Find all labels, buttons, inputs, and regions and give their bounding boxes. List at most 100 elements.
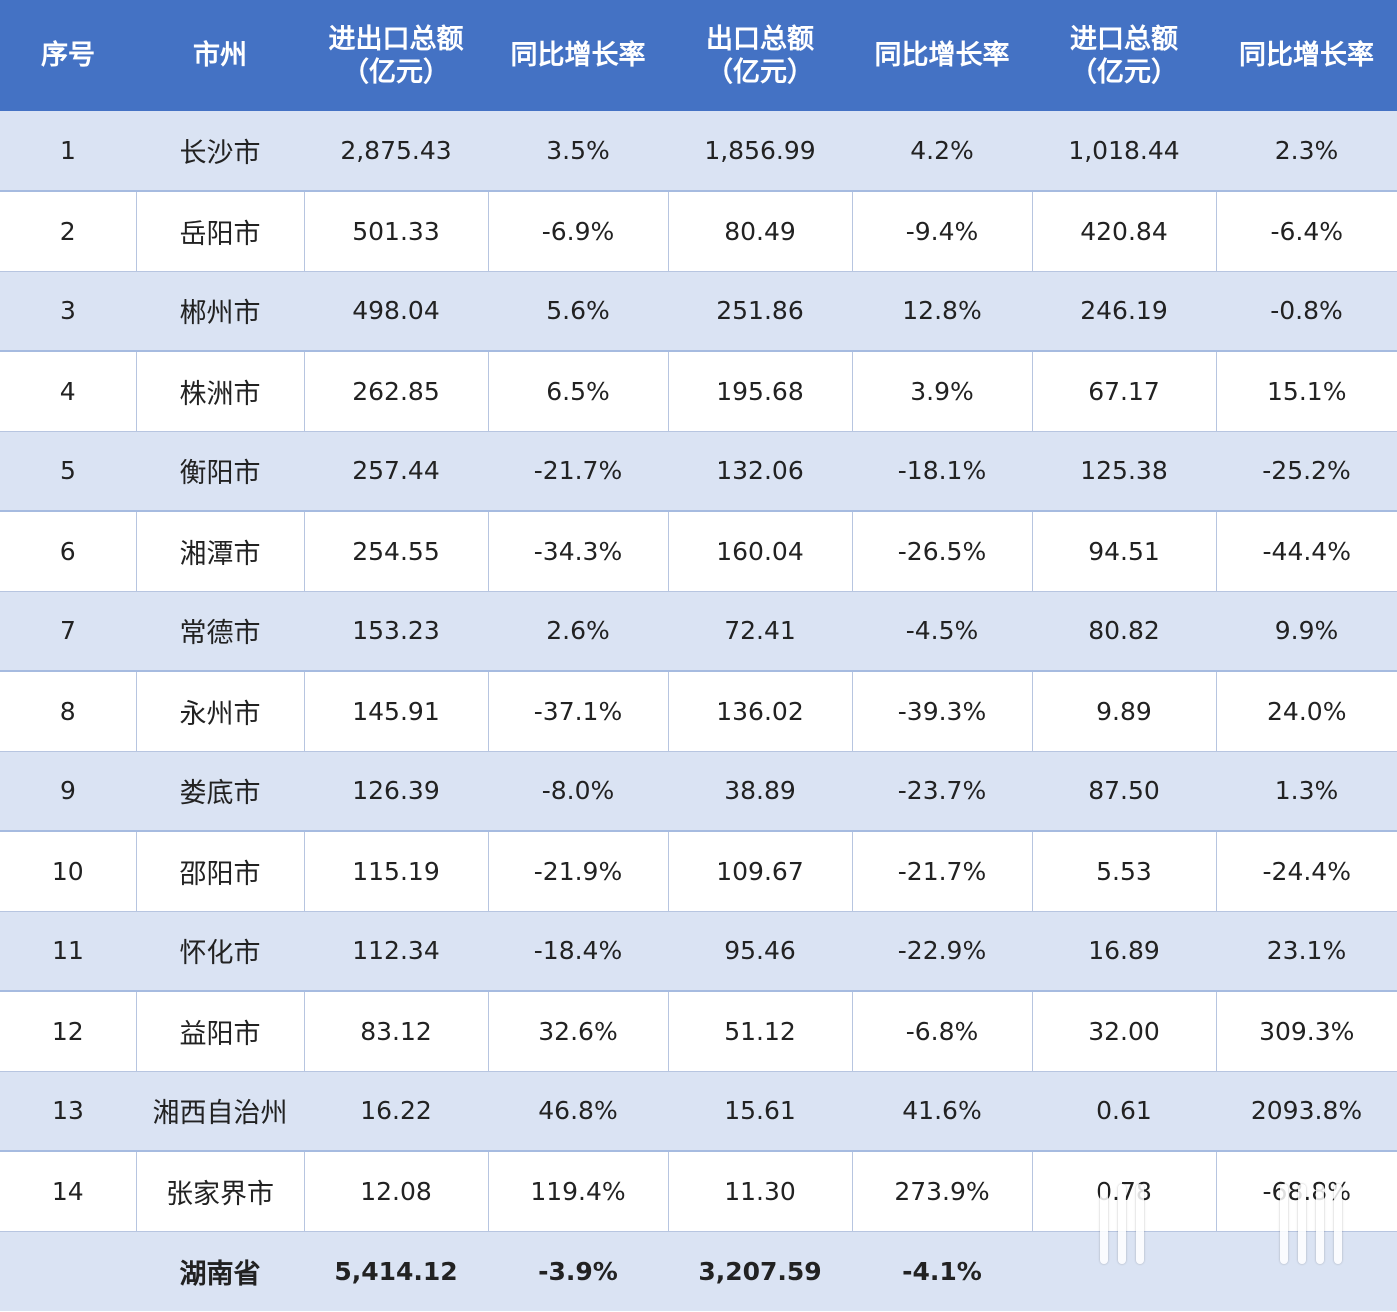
header-export: 出口总额 （亿元） bbox=[706, 23, 814, 88]
table-row: 10 邵阳市 115.19 -21.9% 109.67 -21.7% 5.53 -24.4% bbox=[0, 831, 1397, 912]
cell-total-growth: -37.1% bbox=[488, 671, 669, 752]
table-row: 14 张家界市 12.08 119.4% 11.30 273.9% 0.78 -68.8% bbox=[0, 1151, 1397, 1232]
cell-export: 38.89 bbox=[668, 751, 852, 832]
cell-total-trade: 257.44 bbox=[304, 431, 488, 512]
cell-import: 32.00 bbox=[1032, 991, 1217, 1072]
cell-total-growth: 46.8% bbox=[488, 1071, 668, 1152]
trade-table: 序号 市州 进出口总额 （亿元） 同比增长率 出口总额 （亿元） 同比增长率 进口总… bbox=[0, 0, 1397, 1311]
cell-index: 14 bbox=[0, 1151, 137, 1232]
cell-import-growth: 2.3% bbox=[1216, 111, 1397, 192]
cell-total-growth: -6.9% bbox=[488, 191, 669, 272]
cell-city: 怀化市 bbox=[136, 911, 304, 992]
cell-total-trade: 115.19 bbox=[304, 831, 489, 912]
cell-index: 2 bbox=[0, 191, 137, 272]
total-index bbox=[0, 1231, 136, 1311]
cell-city: 长沙市 bbox=[136, 111, 304, 192]
cell-city: 邵阳市 bbox=[136, 831, 305, 912]
cell-import-growth: 15.1% bbox=[1216, 351, 1397, 432]
cell-export-growth: -23.7% bbox=[852, 751, 1032, 832]
cell-import: 80.82 bbox=[1032, 591, 1216, 672]
cell-export-growth: 12.8% bbox=[852, 271, 1032, 352]
cell-index: 8 bbox=[0, 671, 137, 752]
cell-total-trade: 501.33 bbox=[304, 191, 489, 272]
cell-index: 5 bbox=[0, 431, 136, 512]
cell-total-growth: 5.6% bbox=[488, 271, 668, 352]
cell-import: 246.19 bbox=[1032, 271, 1216, 352]
header-city: 市州 bbox=[193, 40, 247, 71]
cell-import: 9.89 bbox=[1032, 671, 1217, 752]
table-row: 4 株洲市 262.85 6.5% 195.68 3.9% 67.17 15.1% bbox=[0, 351, 1397, 432]
header-import: 进口总额 （亿元） bbox=[1070, 23, 1178, 88]
cell-import-growth: -44.4% bbox=[1216, 511, 1397, 592]
cell-index: 11 bbox=[0, 911, 136, 992]
cell-city: 益阳市 bbox=[136, 991, 305, 1072]
cell-export-growth: -21.7% bbox=[852, 831, 1033, 912]
cell-city: 永州市 bbox=[136, 671, 305, 752]
cell-total-trade: 153.23 bbox=[304, 591, 488, 672]
cell-city: 张家界市 bbox=[136, 1151, 305, 1232]
table-row: 8 永州市 145.91 -37.1% 136.02 -39.3% 9.89 24.0% bbox=[0, 671, 1397, 752]
header-export-growth: 同比增长率 bbox=[874, 40, 1010, 71]
cell-index: 1 bbox=[0, 111, 136, 192]
cell-import: 0.61 bbox=[1032, 1071, 1216, 1152]
cell-export-growth: 41.6% bbox=[852, 1071, 1032, 1152]
cell-index: 13 bbox=[0, 1071, 136, 1152]
cell-city: 娄底市 bbox=[136, 751, 304, 832]
cell-total-growth: -21.7% bbox=[488, 431, 668, 512]
cell-import: 125.38 bbox=[1032, 431, 1216, 512]
cell-import: 0.78 bbox=[1032, 1151, 1217, 1232]
cell-export-growth: -18.1% bbox=[852, 431, 1032, 512]
cell-city: 岳阳市 bbox=[136, 191, 305, 272]
cell-import-growth: 9.9% bbox=[1216, 591, 1397, 672]
cell-export: 160.04 bbox=[668, 511, 853, 592]
cell-index: 3 bbox=[0, 271, 136, 352]
cell-import-growth: 24.0% bbox=[1216, 671, 1397, 752]
total-import-growth bbox=[1216, 1231, 1397, 1311]
cell-index: 10 bbox=[0, 831, 137, 912]
total-import bbox=[1032, 1231, 1216, 1311]
table-row: 12 益阳市 83.12 32.6% 51.12 -6.8% 32.00 309.3% bbox=[0, 991, 1397, 1072]
total-row: 湖南省 5,414.12 -3.9% 3,207.59 -4.1% bbox=[0, 1231, 1397, 1311]
cell-index: 9 bbox=[0, 751, 136, 832]
cell-index: 7 bbox=[0, 591, 136, 672]
cell-city: 湘西自治州 bbox=[136, 1071, 304, 1152]
total-trade-growth: -3.9% bbox=[538, 1256, 618, 1286]
cell-export: 195.68 bbox=[668, 351, 853, 432]
cell-total-growth: -34.3% bbox=[488, 511, 669, 592]
cell-total-trade: 12.08 bbox=[304, 1151, 489, 1232]
cell-import-growth: 23.1% bbox=[1216, 911, 1397, 992]
cell-export-growth: -26.5% bbox=[852, 511, 1033, 592]
cell-import: 5.53 bbox=[1032, 831, 1217, 912]
cell-total-growth: -18.4% bbox=[488, 911, 668, 992]
cell-export: 1,856.99 bbox=[668, 111, 852, 192]
cell-total-growth: 119.4% bbox=[488, 1151, 669, 1232]
cell-export-growth: -22.9% bbox=[852, 911, 1032, 992]
table-row: 7 常德市 153.23 2.6% 72.41 -4.5% 80.82 9.9% bbox=[0, 591, 1397, 672]
cell-export: 15.61 bbox=[668, 1071, 852, 1152]
cell-export-growth: -6.8% bbox=[852, 991, 1033, 1072]
header-import-growth: 同比增长率 bbox=[1239, 40, 1374, 71]
table-row: 13 湘西自治州 16.22 46.8% 15.61 41.6% 0.61 2093.8% bbox=[0, 1071, 1397, 1152]
cell-total-growth: -8.0% bbox=[488, 751, 668, 832]
cell-export: 11.30 bbox=[668, 1151, 853, 1232]
cell-city: 株洲市 bbox=[136, 351, 305, 432]
cell-import: 1,018.44 bbox=[1032, 111, 1216, 192]
table-row: 6 湘潭市 254.55 -34.3% 160.04 -26.5% 94.51 -44.4% bbox=[0, 511, 1397, 592]
cell-import-growth: -24.4% bbox=[1216, 831, 1397, 912]
header-index: 序号 bbox=[41, 40, 95, 71]
cell-total-growth: 3.5% bbox=[488, 111, 668, 192]
table-row: 1 长沙市 2,875.43 3.5% 1,856.99 4.2% 1,018.44 2.3% bbox=[0, 111, 1397, 192]
cell-total-trade: 145.91 bbox=[304, 671, 489, 752]
cell-export: 251.86 bbox=[668, 271, 852, 352]
cell-total-trade: 254.55 bbox=[304, 511, 489, 592]
cell-export: 109.67 bbox=[668, 831, 853, 912]
table-row: 2 岳阳市 501.33 -6.9% 80.49 -9.4% 420.84 -6.4% bbox=[0, 191, 1397, 272]
cell-total-growth: 32.6% bbox=[488, 991, 669, 1072]
cell-import: 94.51 bbox=[1032, 511, 1217, 592]
cell-total-trade: 83.12 bbox=[304, 991, 489, 1072]
cell-import-growth: -25.2% bbox=[1216, 431, 1397, 512]
total-export-growth: -4.1% bbox=[902, 1256, 982, 1286]
cell-export: 51.12 bbox=[668, 991, 853, 1072]
cell-export-growth: -4.5% bbox=[852, 591, 1032, 672]
header-total-trade: 进出口总额 （亿元） bbox=[328, 23, 464, 88]
